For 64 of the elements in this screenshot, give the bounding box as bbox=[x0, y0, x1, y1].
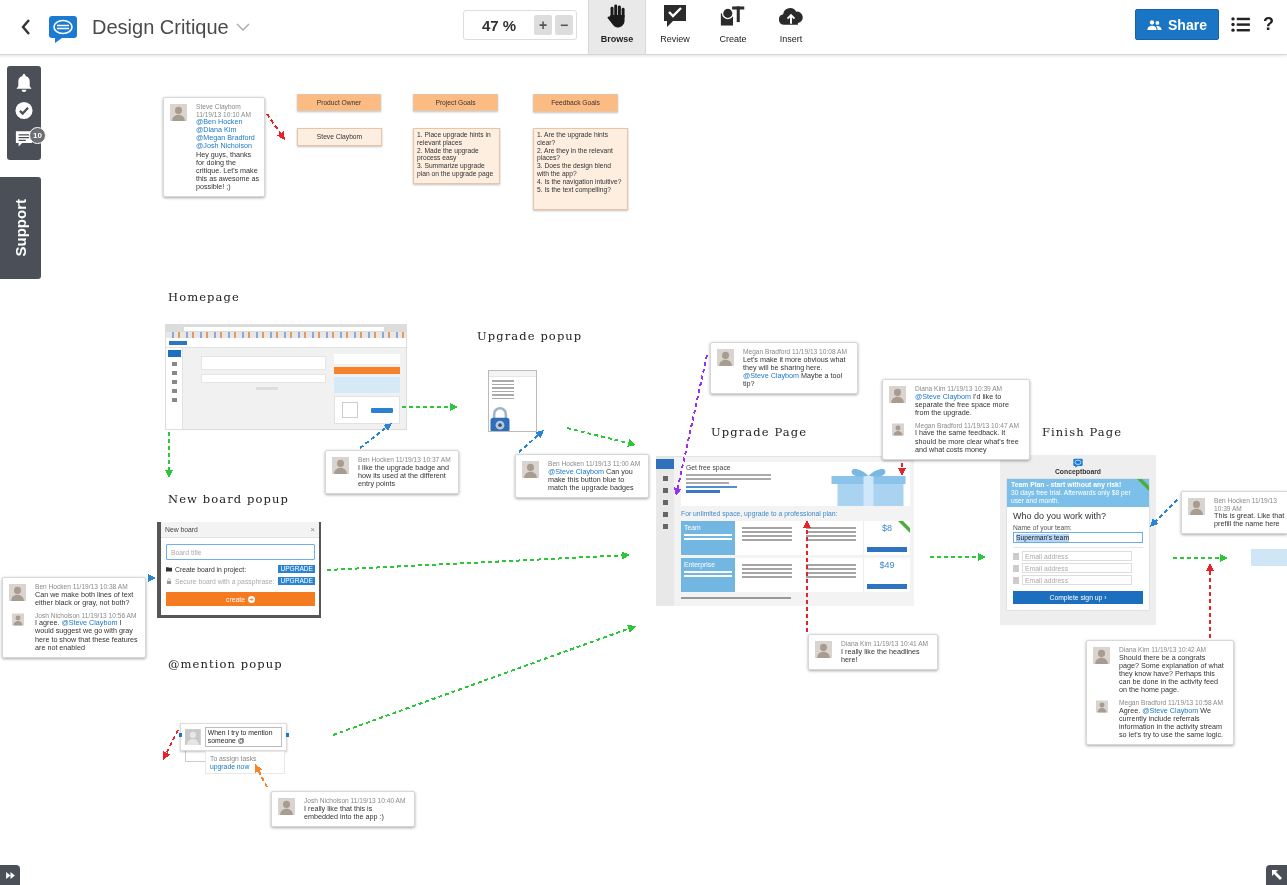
zoom-out-button[interactable]: − bbox=[555, 15, 573, 35]
count-badge: 10 bbox=[29, 127, 46, 144]
mode-button[interactable]: Create bbox=[704, 0, 762, 54]
text-lines-drawing bbox=[684, 534, 732, 540]
board-title[interactable]: Design Critique bbox=[92, 15, 229, 39]
comment-icon[interactable] bbox=[15, 129, 33, 148]
mode-button[interactable]: Insert bbox=[762, 0, 820, 54]
avatar-icon bbox=[12, 612, 24, 626]
avatar-icon bbox=[278, 798, 295, 815]
avatar-icon bbox=[9, 584, 26, 601]
expand-button[interactable] bbox=[0, 865, 20, 885]
text-lines-drawing bbox=[806, 564, 856, 578]
text-lines-drawing bbox=[742, 527, 792, 541]
arrow-circle-icon bbox=[247, 595, 255, 603]
avatar-icon bbox=[889, 386, 906, 403]
list-icon[interactable] bbox=[1231, 16, 1250, 32]
back-icon[interactable] bbox=[21, 19, 31, 35]
signup-question: Who do you work with? bbox=[1013, 511, 1108, 523]
section-heading: Finish Page bbox=[1042, 425, 1123, 439]
avatar-icon bbox=[815, 641, 832, 658]
section-heading: Homepage bbox=[168, 290, 240, 304]
handle-icon[interactable] bbox=[286, 733, 289, 737]
mode-button[interactable]: Review bbox=[646, 0, 704, 54]
avatar-icon bbox=[170, 104, 187, 121]
corner-ribbon-icon bbox=[1137, 479, 1149, 491]
avatar-icon bbox=[892, 422, 904, 436]
avatar-icon bbox=[1188, 498, 1205, 515]
bell-icon[interactable] bbox=[15, 73, 33, 92]
section-heading: @mention popup bbox=[168, 657, 283, 671]
arrow-up-left-icon bbox=[1271, 870, 1282, 880]
section-heading: Upgrade popup bbox=[477, 329, 583, 343]
text-lines-drawing bbox=[684, 571, 732, 577]
zoom-level: 47 % bbox=[482, 16, 517, 34]
help-button[interactable]: ? bbox=[1263, 13, 1274, 35]
support-tab[interactable]: Support bbox=[0, 177, 41, 279]
folder-icon bbox=[166, 566, 172, 572]
avatar-icon bbox=[717, 349, 734, 366]
avatar-icon bbox=[332, 457, 349, 474]
avatar-icon bbox=[185, 729, 201, 745]
zoom-in-button[interactable]: + bbox=[534, 15, 552, 35]
lock-icon bbox=[166, 578, 172, 584]
text-lines-drawing bbox=[742, 564, 792, 578]
check-circle-icon[interactable] bbox=[15, 101, 33, 120]
section-heading: Upgrade Page bbox=[711, 425, 808, 439]
people-icon bbox=[1147, 19, 1163, 30]
plan-price: $49 bbox=[879, 560, 895, 570]
avatar-icon bbox=[1093, 647, 1110, 664]
collapse-button[interactable] bbox=[1266, 865, 1287, 885]
text-lines-drawing bbox=[806, 527, 856, 541]
avatar-icon bbox=[522, 461, 539, 478]
shape-text-icon bbox=[720, 4, 746, 28]
share-button[interactable]: Share bbox=[1135, 9, 1219, 40]
speech-bubble-logo-icon[interactable] bbox=[48, 13, 78, 44]
speech-bubble-check-icon bbox=[662, 4, 688, 28]
speech-bubble-logo-icon bbox=[1073, 458, 1083, 468]
upgrade-popup-screenshot-drawing bbox=[488, 370, 537, 432]
section-heading: New board popup bbox=[168, 492, 289, 506]
handle-icon[interactable] bbox=[179, 733, 182, 737]
page-thumbnail bbox=[1251, 549, 1287, 566]
corner-ribbon-icon bbox=[898, 521, 910, 533]
avatar-icon bbox=[1096, 700, 1108, 714]
plan-price: $8 bbox=[882, 523, 892, 533]
mode-button[interactable]: Browse bbox=[588, 0, 646, 54]
fast-forward-icon bbox=[5, 871, 15, 879]
